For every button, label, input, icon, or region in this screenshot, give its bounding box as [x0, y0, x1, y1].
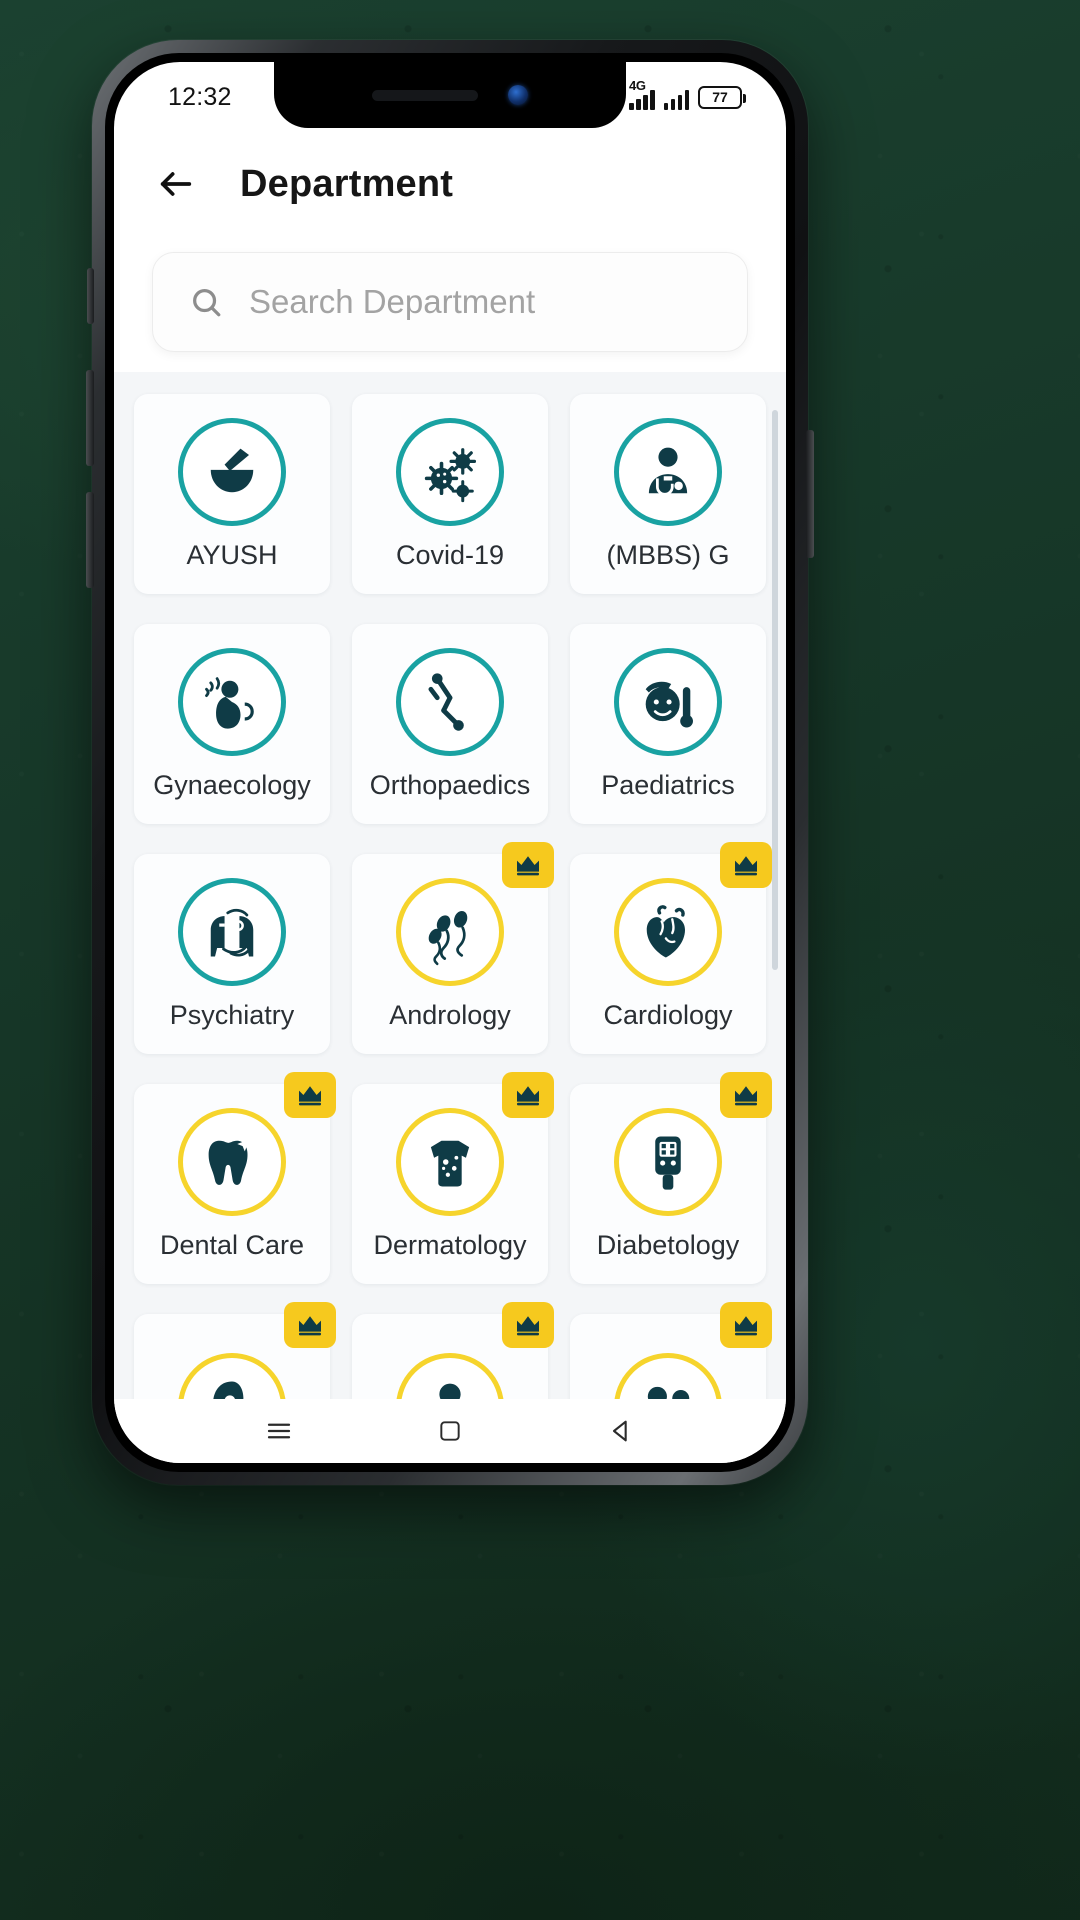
department-label: Andrology — [389, 999, 511, 1030]
crown-icon — [502, 1072, 554, 1118]
department-card[interactable]: Psychiatry — [134, 854, 330, 1054]
search-input[interactable]: Search Department — [152, 252, 748, 352]
department-card[interactable]: Gynaecology — [134, 624, 330, 824]
department-label: Diabetology — [596, 1229, 740, 1260]
department-card[interactable]: Paediatrics — [570, 624, 766, 824]
app-header: Department — [114, 128, 786, 240]
scrollbar[interactable] — [772, 410, 778, 970]
sperm-icon — [396, 877, 504, 986]
page-title: Department — [240, 162, 454, 205]
mute-switch[interactable] — [87, 268, 94, 324]
crown-icon — [720, 1302, 772, 1348]
signal-bars-icon-primary: 4G — [629, 78, 655, 110]
bone-joint-icon — [396, 647, 504, 756]
department-grid: AYUSH Covid-19 (MBBS) G Gynaecology Orthopae… — [134, 394, 772, 1399]
department-label: Paediatrics — [601, 769, 735, 800]
pregnant-woman-icon — [178, 647, 286, 756]
crown-icon — [720, 842, 772, 888]
mortar-pestle-icon — [178, 417, 286, 526]
status-bar: 12:32 4G 77 — [114, 62, 786, 128]
phone-bezel: 12:32 4G 77 Department Search Department… — [105, 53, 795, 1472]
battery-percent-label: 77 — [712, 89, 728, 105]
ear-icon — [178, 1353, 286, 1399]
child-thermometer-icon — [614, 647, 722, 756]
crown-icon — [284, 1302, 336, 1348]
crown-icon — [284, 1072, 336, 1118]
crown-icon — [502, 842, 554, 888]
mind-heads-icon — [178, 877, 286, 986]
department-card[interactable]: Dental Care — [134, 1072, 336, 1284]
department-card[interactable]: (MBBS) G — [570, 394, 766, 594]
department-card[interactable]: Dermatology — [352, 1072, 554, 1284]
search-section: Search Department — [114, 240, 786, 372]
search-placeholder: Search Department — [249, 283, 536, 320]
virus-icon — [396, 417, 504, 526]
doctor-stethoscope-icon — [614, 417, 722, 526]
signal-bars-icon-secondary — [663, 84, 689, 110]
department-card[interactable]: Covid-19 — [352, 394, 548, 594]
status-icons: 4G 77 — [629, 78, 746, 110]
power-button[interactable] — [806, 430, 814, 558]
department-card[interactable]: Diabetology — [570, 1072, 772, 1284]
department-card[interactable] — [352, 1302, 554, 1399]
skin-torso-icon — [396, 1107, 504, 1216]
department-card[interactable] — [570, 1302, 772, 1399]
department-label: Covid-19 — [395, 539, 505, 570]
crown-icon — [720, 1072, 772, 1118]
department-label: Orthopaedics — [369, 769, 531, 800]
volume-down-button[interactable] — [86, 492, 94, 588]
department-card[interactable]: Cardiology — [570, 842, 772, 1054]
department-card[interactable] — [134, 1302, 336, 1399]
department-card[interactable]: Orthopaedics — [352, 624, 548, 824]
department-label: Gynaecology — [153, 769, 311, 800]
menu-icon[interactable] — [256, 1408, 302, 1454]
department-label: Dermatology — [373, 1229, 527, 1260]
network-type-label: 4G — [629, 78, 646, 93]
crown-icon — [502, 1302, 554, 1348]
department-label: AYUSH — [186, 539, 278, 570]
person-icon — [396, 1353, 504, 1399]
tooth-icon — [178, 1107, 286, 1216]
phone-frame: 12:32 4G 77 Department Search Department… — [86, 40, 814, 1485]
battery-icon: 77 — [698, 85, 746, 109]
search-icon — [189, 285, 223, 319]
department-label: (MBBS) G — [606, 539, 730, 570]
department-list[interactable]: AYUSH Covid-19 (MBBS) G Gynaecology Orthopae… — [114, 372, 786, 1399]
department-card[interactable]: AYUSH — [134, 394, 330, 594]
home-square-icon[interactable] — [427, 1408, 473, 1454]
android-nav-bar — [114, 1399, 786, 1463]
phone-screen: 12:32 4G 77 Department Search Department… — [114, 62, 786, 1463]
department-card[interactable]: Andrology — [352, 842, 554, 1054]
status-time: 12:32 — [168, 82, 232, 111]
glucometer-icon — [614, 1107, 722, 1216]
department-label: Dental Care — [159, 1229, 305, 1260]
two-people-icon — [614, 1353, 722, 1399]
department-label: Psychiatry — [169, 999, 295, 1030]
back-arrow-icon[interactable] — [154, 162, 198, 206]
heart-organ-icon — [614, 877, 722, 986]
volume-up-button[interactable] — [86, 370, 94, 466]
back-triangle-icon[interactable] — [598, 1408, 644, 1454]
department-label: Cardiology — [603, 999, 733, 1030]
